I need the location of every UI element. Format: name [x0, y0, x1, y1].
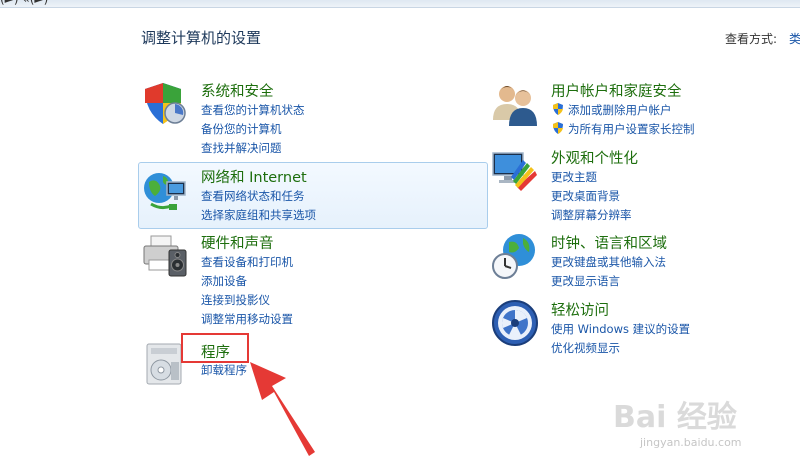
- watermark-url: jingyan.baidu.com: [640, 436, 742, 449]
- link-troubleshoot[interactable]: 查找并解决问题: [201, 139, 305, 158]
- view-by-dropdown[interactable]: 类: [789, 30, 800, 47]
- link-windows-recommended-settings[interactable]: 使用 Windows 建议的设置: [551, 320, 690, 339]
- link-change-theme[interactable]: 更改主题: [551, 168, 632, 187]
- link-backup-computer[interactable]: 备份您的计算机: [201, 120, 305, 139]
- link-optimize-display[interactable]: 优化视频显示: [551, 339, 690, 358]
- link-homegroup-sharing[interactable]: 选择家庭组和共享选项: [201, 206, 316, 225]
- ease-of-access-icon: [492, 300, 538, 346]
- link-connect-projector[interactable]: 连接到投影仪: [201, 291, 293, 310]
- printer-icon: [143, 235, 187, 277]
- category-title[interactable]: 硬件和声音: [201, 232, 274, 253]
- shield-icon: [145, 83, 186, 124]
- network-globe-icon: [144, 173, 186, 210]
- uac-shield-icon: [553, 103, 563, 115]
- link-mobility-settings[interactable]: 调整常用移动设置: [201, 310, 293, 329]
- uac-shield-icon: [553, 122, 563, 134]
- page-title: 调整计算机的设置: [141, 29, 262, 47]
- link-label: 为所有用户设置家长控制: [568, 122, 695, 136]
- annotation-highlight-box: [181, 333, 249, 363]
- category-title[interactable]: 轻松访问: [551, 299, 609, 320]
- link-add-device[interactable]: 添加设备: [201, 272, 293, 291]
- link-uninstall-program[interactable]: 卸载程序: [201, 361, 247, 380]
- link-screen-resolution[interactable]: 调整屏幕分辨率: [551, 206, 632, 225]
- watermark-logo: Bai 经验: [613, 400, 737, 435]
- category-title[interactable]: 用户帐户和家庭安全: [551, 80, 682, 101]
- link-change-input-method[interactable]: 更改键盘或其他输入法: [551, 253, 666, 272]
- category-title[interactable]: 外观和个性化: [551, 147, 638, 168]
- link-parental-controls[interactable]: 为所有用户设置家长控制: [551, 120, 695, 139]
- category-title[interactable]: 网络和 Internet: [201, 166, 307, 187]
- link-view-computer-status[interactable]: 查看您的计算机状态: [201, 101, 305, 120]
- link-devices-printers[interactable]: 查看设备和打印机: [201, 253, 293, 272]
- address-bar: (►) «(►): [0, 0, 800, 8]
- clock-globe-icon: [492, 234, 535, 279]
- link-network-status[interactable]: 查看网络状态和任务: [201, 187, 316, 206]
- users-icon: [493, 86, 537, 126]
- view-by-label: 查看方式:: [725, 32, 778, 46]
- link-add-remove-accounts[interactable]: 添加或删除用户帐户: [551, 101, 695, 120]
- breadcrumb[interactable]: (►) «(►): [0, 0, 48, 6]
- display-palette-icon: [492, 152, 537, 191]
- link-change-display-language[interactable]: 更改显示语言: [551, 272, 666, 291]
- category-title[interactable]: 系统和安全: [201, 80, 274, 101]
- category-title[interactable]: 时钟、语言和区域: [551, 232, 667, 253]
- link-change-background[interactable]: 更改桌面背景: [551, 187, 632, 206]
- link-label: 添加或删除用户帐户: [568, 103, 672, 117]
